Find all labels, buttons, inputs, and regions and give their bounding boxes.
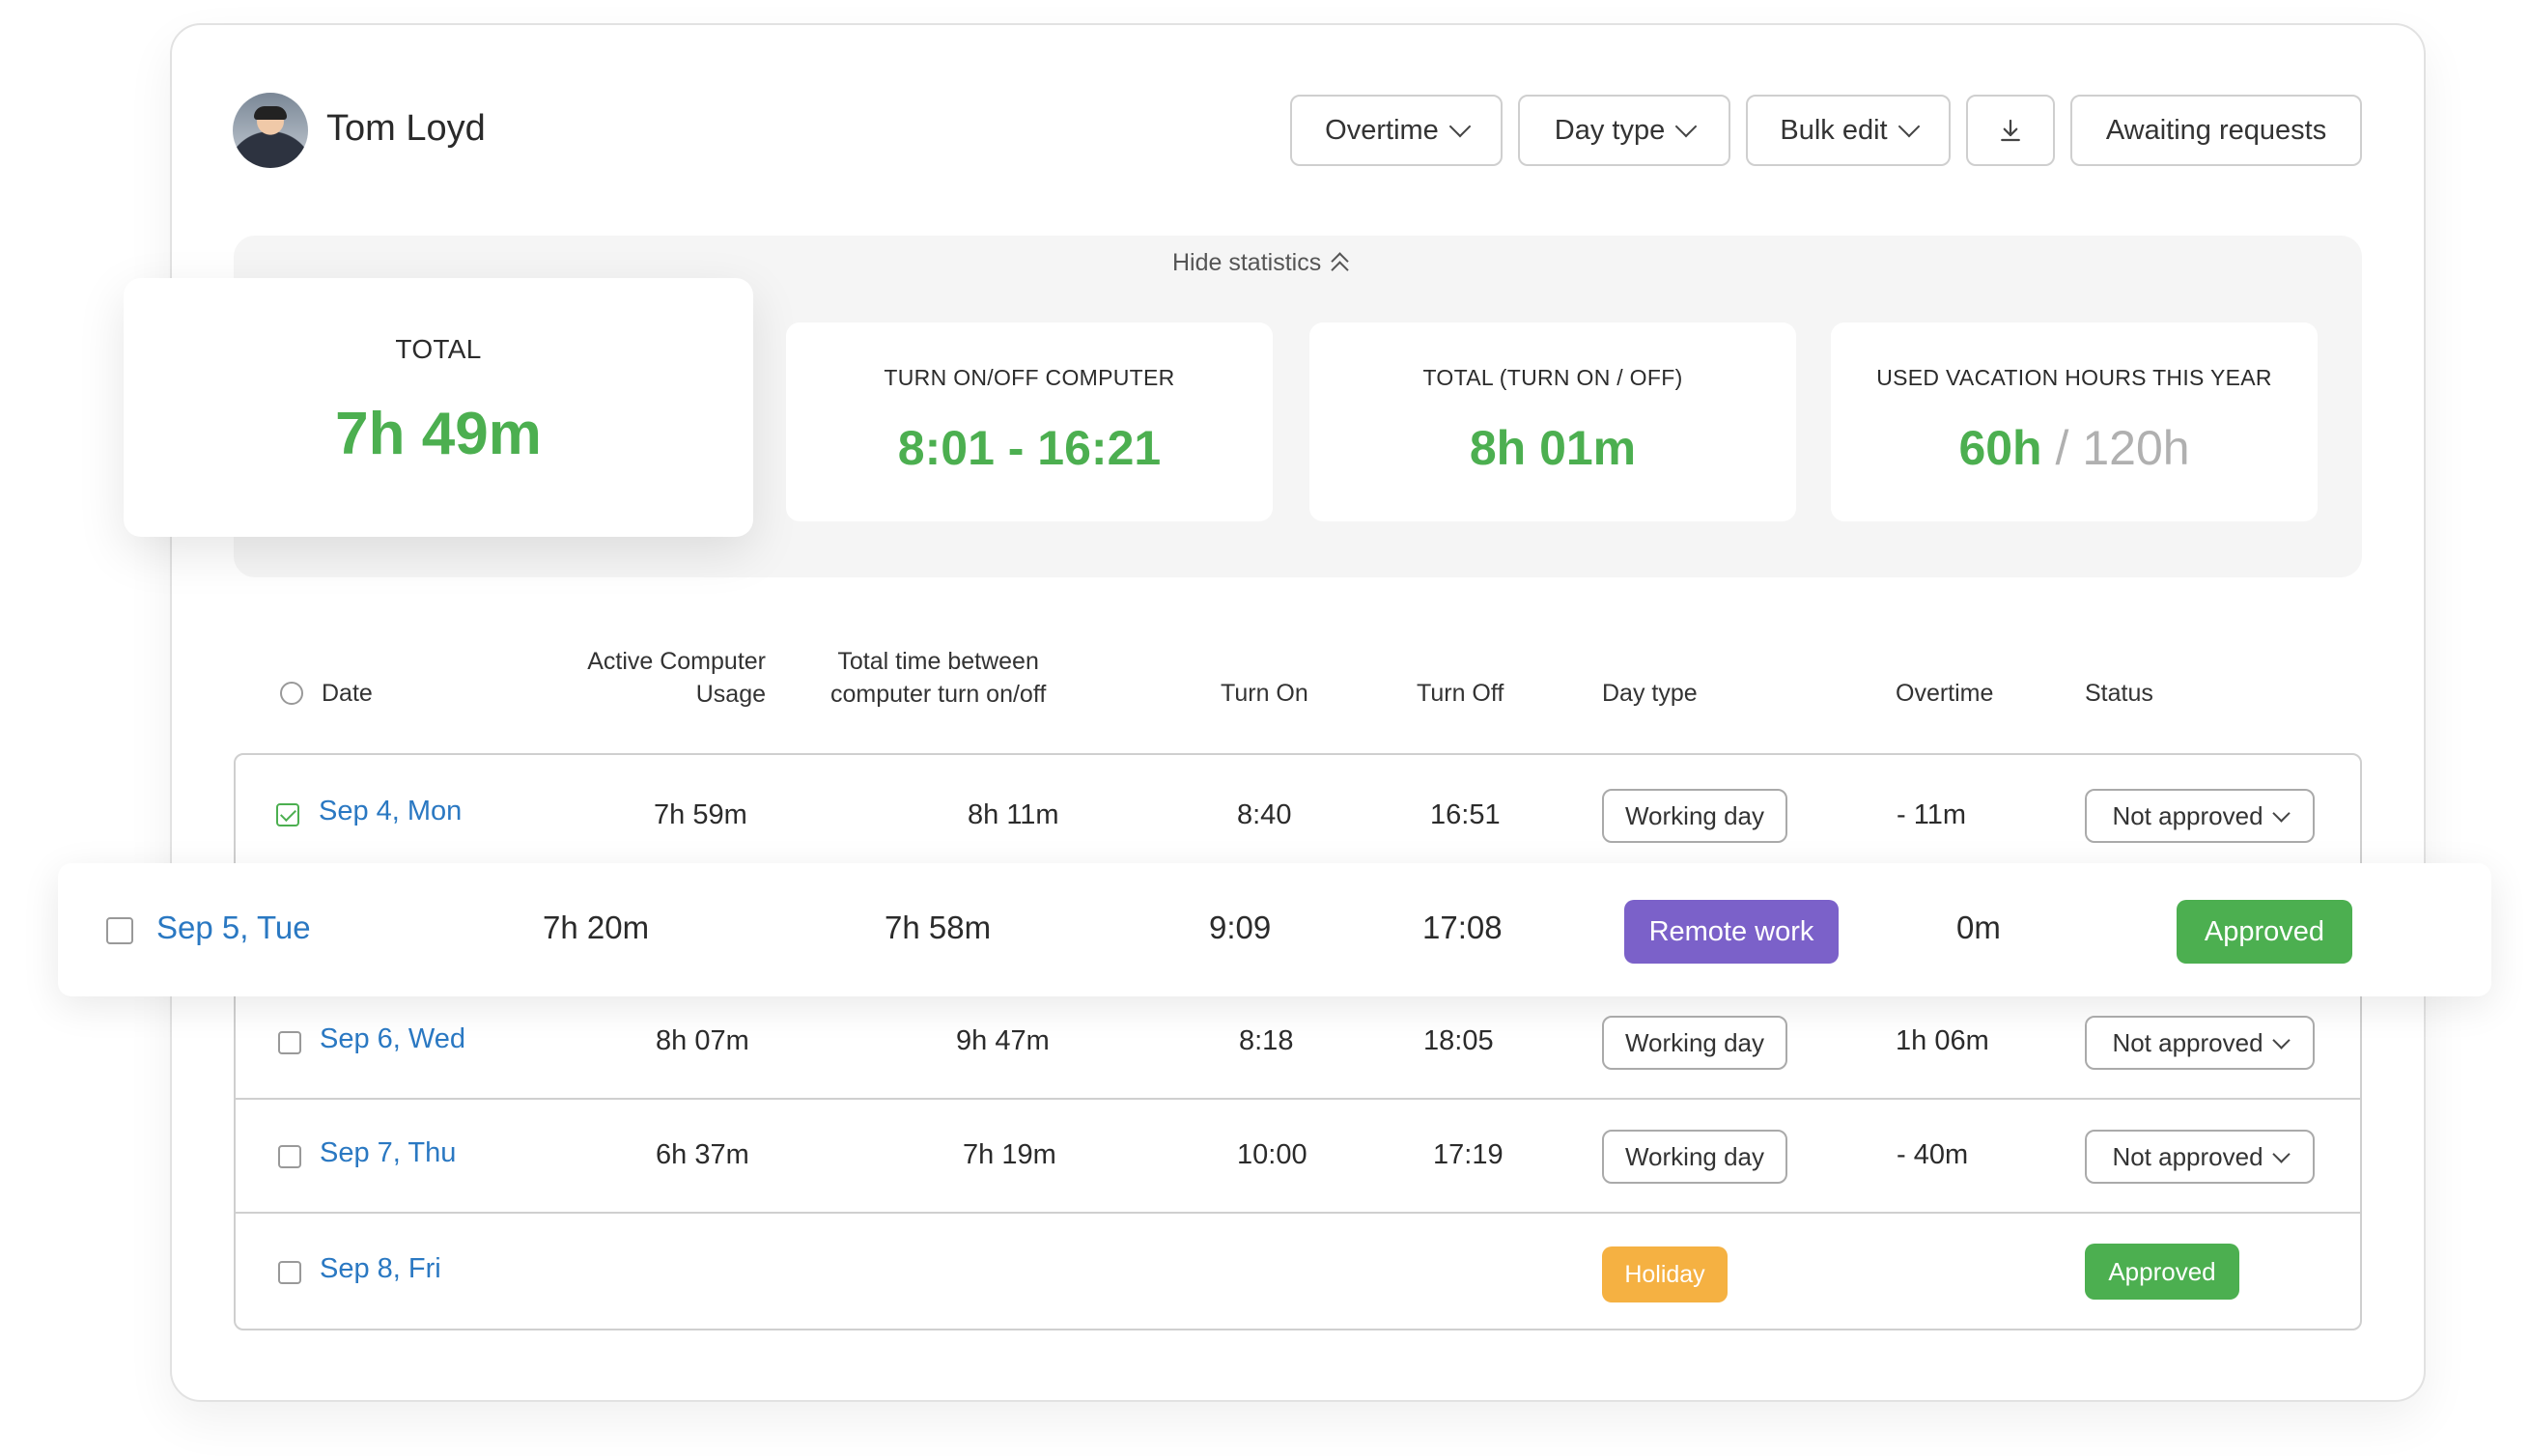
- row-date-link[interactable]: Sep 6, Wed: [320, 1023, 465, 1055]
- row-total-between: 8h 11m: [968, 799, 1059, 830]
- row-checkbox[interactable]: [106, 917, 133, 944]
- hide-statistics-label: Hide statistics: [1172, 249, 1322, 276]
- row-overtime: - 40m: [1897, 1139, 1969, 1170]
- row-turn-off: 17:19: [1433, 1139, 1504, 1170]
- row-turn-off: 18:05: [1423, 1025, 1494, 1056]
- row-turn-off: 17:08: [1422, 910, 1503, 945]
- vacation-used: 60h: [1958, 421, 2042, 475]
- row-total-between: 7h 19m: [963, 1139, 1056, 1170]
- row-active-usage: 8h 07m: [656, 1025, 749, 1056]
- row-checkbox[interactable]: [278, 1261, 301, 1284]
- header-active-usage[interactable]: Active Computer Usage: [587, 645, 766, 711]
- row-overtime: 0m: [1956, 910, 2001, 945]
- row-checkbox[interactable]: [278, 1145, 301, 1168]
- chevron-down-icon: [1674, 115, 1698, 138]
- stat-total-value: 7h 49m: [335, 401, 542, 467]
- chevron-down-icon: [2271, 803, 2291, 823]
- row-checkbox[interactable]: [276, 803, 299, 826]
- row-date-link[interactable]: Sep 4, Mon: [319, 796, 462, 827]
- row-date-link[interactable]: Sep 8, Fri: [320, 1253, 441, 1285]
- bulk-edit-button[interactable]: Bulk edit: [1746, 95, 1951, 166]
- status-label: Not approved: [2112, 1141, 2263, 1171]
- day-type-filter-button[interactable]: Day type: [1518, 95, 1730, 166]
- timesheet-table: [234, 753, 2362, 1330]
- row-divider: [236, 1212, 2360, 1214]
- header-total-between-line1: Total time between: [837, 648, 1039, 675]
- stat-turn-value: 8:01 - 16:21: [897, 421, 1162, 475]
- status-label: Not approved: [2112, 1027, 2263, 1057]
- day-type-label: Working day: [1624, 1141, 1765, 1171]
- row-turn-on: 10:00: [1237, 1139, 1307, 1170]
- day-type-label: Working day: [1624, 1027, 1765, 1057]
- chevron-down-icon: [2271, 1144, 2291, 1163]
- stat-turn-label: TURN ON/OFF COMPUTER: [884, 365, 1175, 390]
- overtime-filter-button[interactable]: Overtime: [1290, 95, 1503, 166]
- day-type-badge-remote[interactable]: Remote work: [1624, 900, 1839, 964]
- status-badge-approved[interactable]: Approved: [2177, 900, 2352, 964]
- user-name: Tom Loyd: [326, 108, 486, 149]
- header-status[interactable]: Status: [2085, 677, 2153, 710]
- row-active-usage: 7h 20m: [543, 910, 650, 945]
- table-row-highlighted: Sep 5, Tue 7h 20m 7h 58m 9:09 17:08 Remo…: [58, 863, 2491, 996]
- chevron-down-icon: [1898, 115, 1920, 138]
- stat-total-turn-label: TOTAL (TURN ON / OFF): [1422, 365, 1683, 390]
- select-all-radio[interactable]: [280, 682, 303, 705]
- header-turn-off[interactable]: Turn Off: [1417, 677, 1504, 710]
- stat-turn-card: TURN ON/OFF COMPUTER 8:01 - 16:21: [786, 322, 1273, 521]
- row-turn-off: 16:51: [1430, 799, 1501, 830]
- header-overtime[interactable]: Overtime: [1896, 677, 1993, 710]
- row-overtime: - 11m: [1897, 799, 1966, 830]
- stat-vacation-card: USED VACATION HOURS THIS YEAR 60h / 120h: [1831, 322, 2318, 521]
- avatar: [233, 93, 308, 168]
- status-dropdown[interactable]: Not approved: [2085, 1130, 2315, 1184]
- header-active-usage-line2: Usage: [695, 681, 766, 708]
- day-type-label: Working day: [1624, 800, 1765, 830]
- status-dropdown[interactable]: Not approved: [2085, 789, 2315, 843]
- overtime-filter-label: Overtime: [1325, 114, 1439, 146]
- header-day-type[interactable]: Day type: [1602, 677, 1698, 710]
- stat-total-turn-value: 8h 01m: [1469, 421, 1637, 475]
- row-checkbox[interactable]: [278, 1031, 301, 1054]
- row-divider: [236, 1098, 2360, 1100]
- status-dropdown[interactable]: Not approved: [2085, 1016, 2315, 1070]
- chevron-down-icon: [2271, 1030, 2291, 1050]
- stat-total-card: TOTAL 7h 49m: [124, 278, 753, 537]
- header-total-between-line2: computer turn on/off: [830, 681, 1047, 708]
- row-active-usage: 6h 37m: [656, 1139, 749, 1170]
- stat-total-label: TOTAL: [395, 334, 482, 364]
- day-type-select[interactable]: Working day: [1602, 789, 1787, 843]
- day-type-select[interactable]: Working day: [1602, 1016, 1787, 1070]
- vacation-separator: /: [2055, 421, 2069, 475]
- status-badge-approved[interactable]: Approved: [2085, 1244, 2239, 1300]
- header-date[interactable]: Date: [322, 677, 373, 710]
- row-overtime: 1h 06m: [1896, 1025, 1989, 1056]
- row-turn-on: 8:40: [1237, 799, 1292, 830]
- download-icon: [2001, 119, 2020, 142]
- row-turn-on: 9:09: [1209, 910, 1272, 945]
- row-active-usage: 7h 59m: [654, 799, 747, 830]
- row-date-link[interactable]: Sep 7, Thu: [320, 1137, 456, 1169]
- stat-vacation-label: USED VACATION HOURS THIS YEAR: [1876, 365, 2272, 390]
- day-type-select[interactable]: Working day: [1602, 1130, 1787, 1184]
- awaiting-requests-button[interactable]: Awaiting requests: [2070, 95, 2362, 166]
- awaiting-requests-label: Awaiting requests: [2105, 114, 2327, 146]
- row-total-between: 7h 58m: [885, 910, 992, 945]
- vacation-total: 120h: [2082, 421, 2190, 475]
- stat-vacation-value: 60h / 120h: [1831, 420, 2318, 476]
- stat-total-turn-card: TOTAL (TURN ON / OFF) 8h 01m: [1309, 322, 1796, 521]
- header-total-between[interactable]: Total time between computer turn on/off: [830, 645, 1046, 711]
- download-button[interactable]: [1966, 95, 2055, 166]
- header-turn-on[interactable]: Turn On: [1221, 677, 1308, 710]
- chevron-down-icon: [1448, 115, 1472, 138]
- row-total-between: 9h 47m: [956, 1025, 1050, 1056]
- row-date-link[interactable]: Sep 5, Tue: [156, 910, 311, 946]
- header-active-usage-line1: Active Computer: [587, 648, 766, 675]
- bulk-edit-label: Bulk edit: [1780, 114, 1888, 146]
- row-turn-on: 8:18: [1239, 1025, 1294, 1056]
- status-label: Not approved: [2112, 800, 2263, 830]
- chevron-double-up-icon: [1331, 253, 1348, 274]
- day-type-filter-label: Day type: [1554, 114, 1666, 146]
- hide-statistics-toggle[interactable]: Hide statistics: [1172, 249, 1348, 277]
- day-type-badge-holiday[interactable]: Holiday: [1602, 1246, 1728, 1302]
